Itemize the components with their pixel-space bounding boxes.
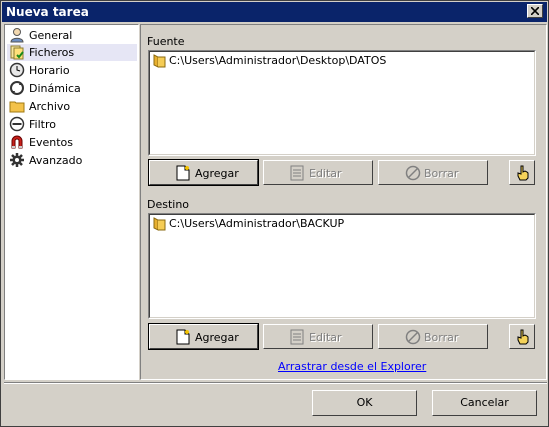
files-icon <box>10 45 24 60</box>
magnet-icon <box>11 135 23 149</box>
destination-add-button[interactable]: Agregar <box>148 323 259 350</box>
nav-item-general[interactable]: General <box>7 27 137 44</box>
nav-item-archivo[interactable]: Archivo <box>7 98 137 115</box>
dialog-window: Nueva tarea General Ficheros Horario Din… <box>0 0 549 427</box>
source-add-button[interactable]: Agregar <box>148 159 259 186</box>
destination-drag-button[interactable] <box>509 324 535 349</box>
folder-icon <box>153 217 166 231</box>
filter-icon <box>9 116 25 132</box>
hand-pointer-icon <box>517 165 529 181</box>
destination-label: Destino <box>147 198 190 211</box>
source-label: Fuente <box>147 35 185 48</box>
destination-edit-button[interactable]: Editar <box>263 324 373 349</box>
new-document-icon <box>176 329 190 345</box>
source-drag-button[interactable] <box>509 160 535 185</box>
drag-from-explorer-link[interactable]: Arrastrar desde el Explorer <box>278 360 426 373</box>
edit-icon <box>290 329 304 345</box>
delete-icon <box>405 329 421 345</box>
nav-item-filtro[interactable]: Filtro <box>7 116 137 133</box>
folder-icon <box>9 101 25 113</box>
hand-pointer-icon <box>517 329 529 345</box>
gear-icon <box>10 153 24 167</box>
folder-icon <box>153 54 166 68</box>
nav-item-horario[interactable]: Horario <box>7 62 137 79</box>
destination-list[interactable]: C:\Users\Administrador\BACKUP <box>148 213 536 319</box>
footer-separator <box>4 382 547 384</box>
ok-button[interactable]: OK <box>312 390 417 416</box>
files-panel: Fuente C:\Users\Administrador\Desktop\DA… <box>140 24 547 380</box>
dynamic-icon <box>10 81 24 95</box>
nav-item-eventos[interactable]: Eventos <box>7 134 137 151</box>
clock-icon <box>9 62 25 78</box>
close-icon <box>531 7 539 15</box>
source-list[interactable]: C:\Users\Administrador\Desktop\DATOS <box>148 50 536 156</box>
nav-item-avanzado[interactable]: Avanzado <box>7 152 137 169</box>
window-title: Nueva tarea <box>6 5 89 19</box>
close-button[interactable] <box>527 4 543 18</box>
destination-delete-button[interactable]: Borrar <box>378 324 488 349</box>
source-delete-button[interactable]: Borrar <box>378 160 488 185</box>
general-icon <box>10 28 24 43</box>
nav-item-dinamica[interactable]: Dinámica <box>7 80 137 97</box>
category-list: General Ficheros Horario Dinámica Archiv… <box>4 24 139 380</box>
source-edit-button[interactable]: Editar <box>263 160 373 185</box>
title-bar[interactable]: Nueva tarea <box>2 2 547 22</box>
new-document-icon <box>176 165 190 181</box>
edit-icon <box>290 165 304 181</box>
delete-icon <box>405 165 421 181</box>
nav-item-ficheros[interactable]: Ficheros <box>7 44 137 61</box>
cancel-button[interactable]: Cancelar <box>432 390 537 416</box>
